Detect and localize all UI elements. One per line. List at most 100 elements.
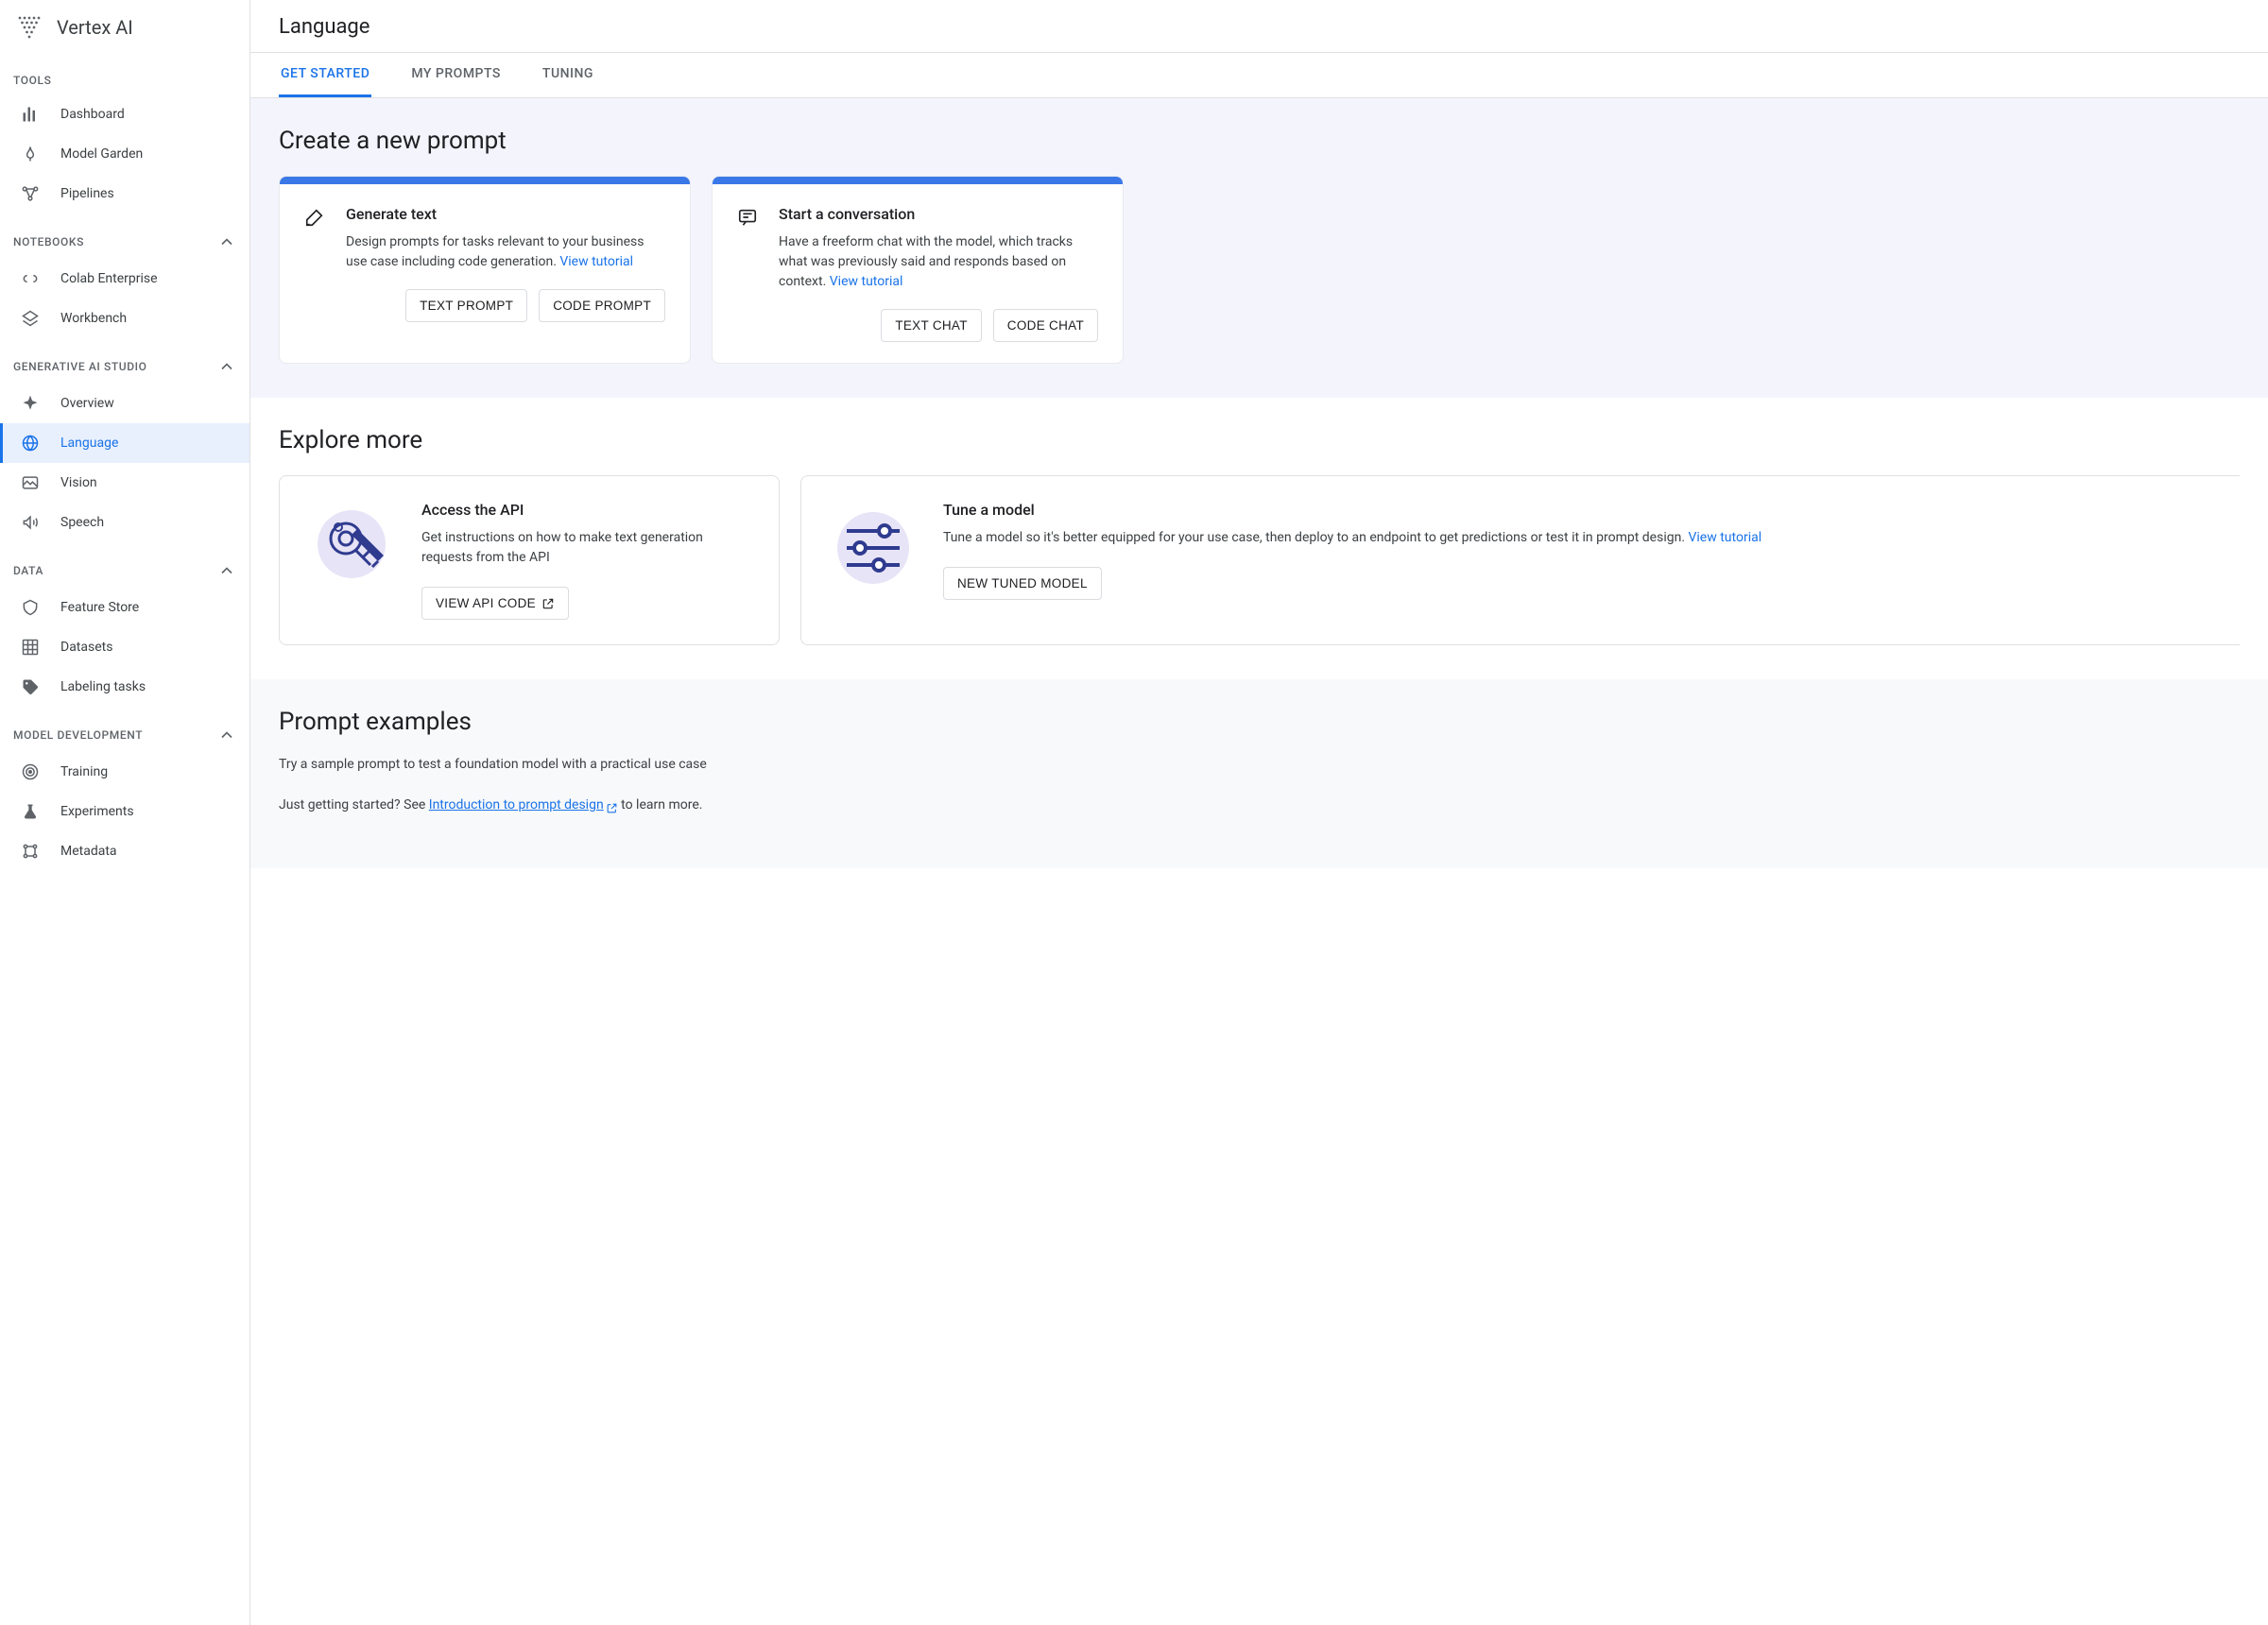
card-title: Access the API xyxy=(421,501,754,519)
sidebar-item-labeling-tasks[interactable]: Labeling tasks xyxy=(0,667,249,707)
nav-section-header[interactable]: DATA xyxy=(0,554,249,588)
card-accent xyxy=(280,177,690,184)
sidebar-item-label: Overview xyxy=(60,396,114,411)
sidebar-item-pipelines[interactable]: Pipelines xyxy=(0,174,249,214)
nav-section-label: TOOLS xyxy=(13,74,51,87)
language-icon xyxy=(21,434,40,453)
pencil-icon xyxy=(304,207,325,228)
examples-section: Prompt examples Try a sample prompt to t… xyxy=(250,679,2268,868)
side-navigation: TOOLS Dashboard Model Garden Pipelines NOTEB… xyxy=(0,55,249,871)
keys-illustration xyxy=(304,501,399,595)
create-card: Generate text Design prompts for tasks r… xyxy=(279,176,691,364)
card-desc: Have a freeform chat with the model, whi… xyxy=(779,232,1098,292)
overview-icon xyxy=(21,394,40,413)
sidebar-item-label: Pipelines xyxy=(60,186,114,201)
sidebar-item-feature-store[interactable]: Feature Store xyxy=(0,588,249,627)
external-link-icon xyxy=(541,597,555,610)
code-prompt-button[interactable]: CODE PROMPT xyxy=(539,289,665,322)
card-desc: Tune a model so it's better equipped for… xyxy=(943,528,2215,548)
sidebar-item-workbench[interactable]: Workbench xyxy=(0,299,249,338)
main: Language GET STARTED MY PROMPTS TUNING Cre… xyxy=(250,0,2268,1625)
explore-section: Explore more Access the API Get instruct… xyxy=(250,398,2268,679)
sidebar-item-colab-enterprise[interactable]: Colab Enterprise xyxy=(0,259,249,299)
sidebar-item-experiments[interactable]: Experiments xyxy=(0,792,249,831)
sidebar-item-language[interactable]: Language xyxy=(0,423,249,463)
view-tutorial-link[interactable]: View tutorial xyxy=(830,274,903,289)
nav-section-label: GENERATIVE AI STUDIO xyxy=(13,360,147,373)
sidebar-item-label: Vision xyxy=(60,475,97,490)
page-header: Language xyxy=(250,0,2268,53)
create-card: Start a conversation Have a freeform cha… xyxy=(712,176,1124,364)
sidebar: Vertex AI TOOLS Dashboard Model Garden Pipe… xyxy=(0,0,250,1625)
sidebar-item-label: Dashboard xyxy=(60,107,125,122)
sidebar-item-vision[interactable]: Vision xyxy=(0,463,249,503)
card-title: Tune a model xyxy=(943,501,2215,519)
nav-section-label: NOTEBOOKS xyxy=(13,235,84,248)
sliders-illustration xyxy=(826,501,920,595)
sidebar-item-label: Model Garden xyxy=(60,146,143,162)
card-accent xyxy=(713,177,1123,184)
starter-prefix: Just getting started? See xyxy=(279,797,429,812)
sidebar-item-overview[interactable]: Overview xyxy=(0,384,249,423)
chat-icon xyxy=(737,207,758,228)
sidebar-item-dashboard[interactable]: Dashboard xyxy=(0,94,249,134)
code-chat-button[interactable]: CODE CHAT xyxy=(993,309,1098,342)
tab-tuning[interactable]: TUNING xyxy=(541,53,595,97)
sidebar-item-label: Experiments xyxy=(60,804,134,819)
nav-section-header[interactable]: GENERATIVE AI STUDIO xyxy=(0,350,249,384)
create-cards: Generate text Design prompts for tasks r… xyxy=(279,176,2240,364)
labeling-icon xyxy=(21,677,40,696)
examples-intro: Try a sample prompt to test a foundation… xyxy=(279,753,2240,777)
sidebar-item-label: Feature Store xyxy=(60,600,139,615)
speech-icon xyxy=(21,513,40,532)
new-tuned-model-button[interactable]: NEW TUNED MODEL xyxy=(943,567,1102,600)
experiments-icon xyxy=(21,802,40,821)
pipelines-icon xyxy=(21,184,40,203)
explore-card: Access the API Get instructions on how t… xyxy=(279,475,780,645)
explore-cards: Access the API Get instructions on how t… xyxy=(279,475,2240,645)
card-desc: Design prompts for tasks relevant to you… xyxy=(346,232,665,272)
view-tutorial-link[interactable]: View tutorial xyxy=(559,254,633,269)
sidebar-item-label: Language xyxy=(60,436,118,451)
chevron-up-icon xyxy=(217,232,236,251)
nav-section-label: DATA xyxy=(13,564,43,577)
nav-section-header: TOOLS xyxy=(0,66,249,94)
sidebar-item-label: Labeling tasks xyxy=(60,679,146,694)
starter-suffix: to learn more. xyxy=(618,797,703,812)
create-section: Create a new prompt Generate text Design… xyxy=(250,98,2268,398)
sidebar-item-label: Workbench xyxy=(60,311,127,326)
nav-section-header[interactable]: MODEL DEVELOPMENT xyxy=(0,718,249,752)
view-api-code-button[interactable]: VIEW API CODE xyxy=(421,587,569,620)
nav-section-header[interactable]: NOTEBOOKS xyxy=(0,225,249,259)
card-actions: TEXT PROMPT CODE PROMPT xyxy=(304,289,665,322)
text-chat-button[interactable]: TEXT CHAT xyxy=(881,309,981,342)
external-link-icon xyxy=(606,799,618,812)
sidebar-item-model-garden[interactable]: Model Garden xyxy=(0,134,249,174)
intro-prompt-design-link[interactable]: Introduction to prompt design xyxy=(429,797,618,812)
dashboard-icon xyxy=(21,105,40,124)
vision-icon xyxy=(21,473,40,492)
nav-section-label: MODEL DEVELOPMENT xyxy=(13,728,143,742)
explore-heading: Explore more xyxy=(279,426,2240,454)
sidebar-item-training[interactable]: Training xyxy=(0,752,249,792)
sidebar-item-label: Speech xyxy=(60,515,104,530)
chevron-up-icon xyxy=(217,561,236,580)
chevron-up-icon xyxy=(217,357,236,376)
examples-heading: Prompt examples xyxy=(279,708,2240,736)
sidebar-item-metadata[interactable]: Metadata xyxy=(0,831,249,871)
explore-card: Tune a model Tune a model so it's better… xyxy=(800,475,2240,645)
card-title: Generate text xyxy=(346,205,665,223)
sidebar-item-label: Colab Enterprise xyxy=(60,271,158,286)
examples-starter: Just getting started? See Introduction t… xyxy=(279,794,2240,817)
training-icon xyxy=(21,762,40,781)
chevron-up-icon xyxy=(217,726,236,744)
text-prompt-button[interactable]: TEXT PROMPT xyxy=(405,289,527,322)
view-tutorial-link[interactable]: View tutorial xyxy=(1688,530,1761,545)
tab-my-prompts[interactable]: MY PROMPTS xyxy=(409,53,503,97)
brand[interactable]: Vertex AI xyxy=(0,0,249,55)
create-heading: Create a new prompt xyxy=(279,127,2240,155)
tab-get-started[interactable]: GET STARTED xyxy=(279,53,371,97)
vertex-ai-icon xyxy=(15,13,43,42)
sidebar-item-speech[interactable]: Speech xyxy=(0,503,249,542)
sidebar-item-datasets[interactable]: Datasets xyxy=(0,627,249,667)
